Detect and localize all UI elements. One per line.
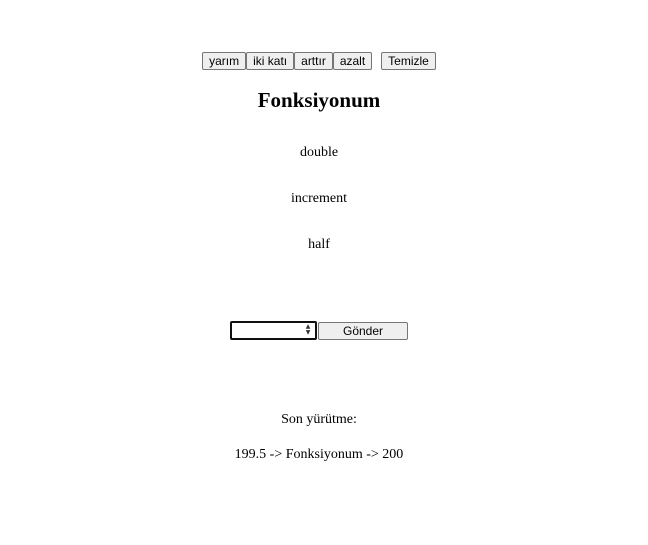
double-button[interactable]: iki katı: [246, 52, 295, 70]
page-title: Fonksiyonum: [257, 88, 381, 112]
last-execution-result: 199.5 -> Fonksiyonum -> 200: [234, 447, 404, 462]
number-input[interactable]: ▲ ▼: [230, 321, 317, 340]
decrement-button[interactable]: azalt: [332, 52, 373, 70]
increment-button[interactable]: arttır: [294, 52, 333, 70]
spinner-arrows-icon[interactable]: ▲ ▼: [304, 324, 312, 337]
number-form: ▲ ▼ Gönder: [0, 321, 638, 340]
submit-button[interactable]: Gönder: [318, 321, 408, 340]
clear-button[interactable]: Temizle: [381, 52, 436, 70]
function-list-item-double: double: [299, 145, 339, 160]
function-list-item-increment: increment: [291, 191, 347, 206]
function-list-item-half: half: [308, 237, 330, 252]
toolbar: yarım iki katı arttır azalt Temizle: [0, 52, 638, 70]
last-execution-label: Son yürütme:: [281, 412, 357, 427]
half-button[interactable]: yarım: [202, 52, 247, 70]
